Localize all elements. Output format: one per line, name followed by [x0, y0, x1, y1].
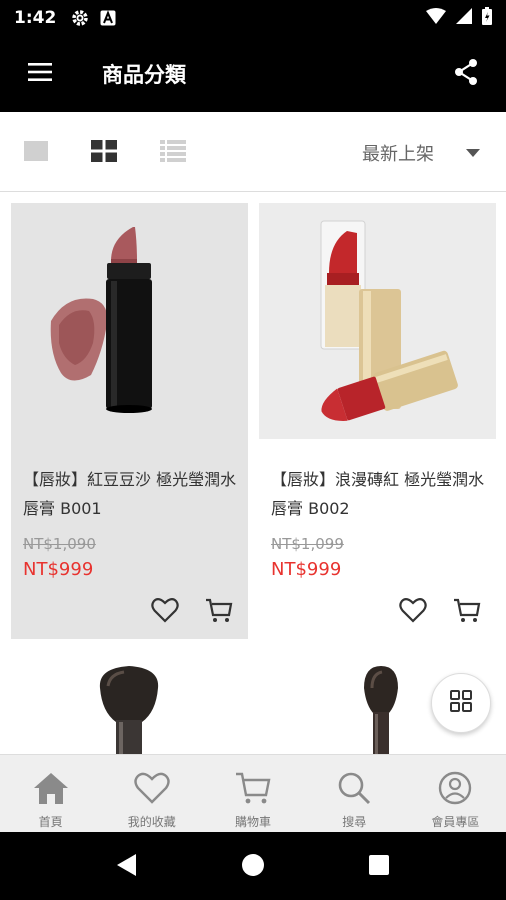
- notification-a-icon: [100, 10, 116, 26]
- product-card[interactable]: 【唇妝】浪漫磚紅 極光瑩潤水唇膏 B002 NT$1,099 NT$999: [259, 203, 496, 639]
- product-image-lipstick-mauve[interactable]: [11, 203, 248, 439]
- list-view-icon: [160, 140, 186, 166]
- user-icon: [436, 771, 474, 809]
- status-bar: 1:42: [0, 0, 506, 36]
- signal-icon: [456, 7, 472, 29]
- product-name[interactable]: 【唇妝】浪漫磚紅 極光瑩潤水唇膏 B002: [271, 465, 493, 523]
- sort-dropdown[interactable]: 最新上架: [362, 140, 480, 166]
- nav-item-home[interactable]: 首頁: [0, 755, 101, 832]
- add-to-favorites-button[interactable]: [399, 597, 427, 625]
- bottom-navigation: 首頁 我的收藏 購物車 搜尋 會員專區: [0, 754, 506, 832]
- product-sale-price: NT$999: [23, 559, 94, 580]
- product-name[interactable]: 【唇妝】紅豆豆沙 極光瑩潤水唇膏 B001: [23, 465, 245, 523]
- heart-icon: [399, 598, 427, 627]
- nav-item-search[interactable]: 搜尋: [304, 755, 405, 832]
- product-sale-price: NT$999: [271, 559, 342, 580]
- nav-item-cart[interactable]: 購物車: [202, 755, 303, 832]
- hamburger-menu-icon: [27, 62, 53, 86]
- add-to-favorites-button[interactable]: [151, 597, 179, 625]
- nav-item-label: 購物車: [235, 815, 272, 829]
- product-image-powder-brush[interactable]: [94, 662, 164, 754]
- wifi-icon: [426, 7, 446, 29]
- cart-icon: [205, 598, 233, 629]
- dropdown-caret-icon: [466, 149, 480, 157]
- status-time: 1:42: [14, 8, 57, 28]
- home-icon: [32, 771, 70, 809]
- list-view-button[interactable]: [158, 138, 188, 168]
- product-original-price: NT$1,090: [23, 535, 96, 553]
- share-icon: [453, 58, 479, 90]
- screen: 1:42 商品分類 最新上架 【唇妝】紅豆豆沙 極光瑩潤水唇膏 B001 NT$…: [0, 0, 506, 900]
- nav-item-member[interactable]: 會員專區: [405, 755, 506, 832]
- home-button[interactable]: [240, 854, 266, 880]
- product-original-price: NT$1,099: [271, 535, 344, 553]
- grid-view-button[interactable]: [89, 138, 119, 168]
- product-card[interactable]: 【唇妝】紅豆豆沙 極光瑩潤水唇膏 B001 NT$1,090 NT$999: [11, 203, 248, 639]
- share-button[interactable]: [448, 56, 484, 92]
- recents-square-icon: [368, 854, 390, 880]
- page-title: 商品分類: [102, 63, 186, 87]
- nav-item-label: 搜尋: [342, 815, 367, 829]
- product-image-lipstick-red[interactable]: [259, 203, 496, 439]
- product-image-blush-brush[interactable]: [358, 662, 404, 754]
- back-triangle-icon: [116, 853, 138, 881]
- category-grid-fab[interactable]: [431, 673, 491, 733]
- cart-icon: [234, 771, 272, 809]
- status-right-icons: [426, 6, 492, 30]
- nav-item-label: 會員專區: [431, 815, 480, 829]
- sort-label: 最新上架: [362, 144, 434, 165]
- system-navigation-bar: [0, 832, 506, 900]
- single-view-button[interactable]: [21, 138, 51, 168]
- recents-button[interactable]: [366, 854, 392, 880]
- heart-icon: [133, 771, 171, 809]
- grid-view-icon: [91, 140, 117, 166]
- square-view-icon: [24, 141, 48, 165]
- add-to-cart-button[interactable]: [205, 597, 233, 625]
- app-bar: 商品分類: [0, 36, 506, 112]
- grid-icon: [449, 689, 473, 717]
- settings-gear-icon: [70, 8, 90, 28]
- add-to-cart-button[interactable]: [453, 597, 481, 625]
- heart-icon: [151, 598, 179, 627]
- menu-button[interactable]: [0, 36, 80, 112]
- search-icon: [335, 771, 373, 809]
- back-button[interactable]: [114, 854, 140, 880]
- home-circle-icon: [241, 853, 265, 881]
- nav-item-label: 首頁: [38, 815, 63, 829]
- nav-item-favorites[interactable]: 我的收藏: [101, 755, 202, 832]
- cart-icon: [453, 598, 481, 629]
- view-toolbar: 最新上架: [0, 112, 506, 192]
- nav-item-label: 我的收藏: [127, 815, 176, 829]
- battery-icon: [482, 6, 492, 30]
